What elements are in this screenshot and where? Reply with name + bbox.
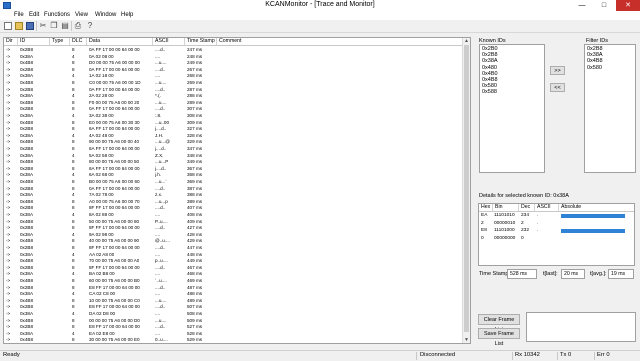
status-separator	[594, 352, 595, 360]
detail-ascii: .	[537, 220, 539, 226]
col-comment[interactable]: Comment	[217, 38, 465, 45]
open-icon[interactable]	[15, 22, 23, 30]
dlast-field: 20 ms	[561, 269, 585, 279]
col-data[interactable]: Data	[87, 38, 153, 45]
status-separator	[416, 352, 417, 360]
toolbar-separator	[36, 21, 37, 31]
row-data: 30 00 00 75 A6 00 00 E0	[89, 337, 140, 343]
details-table-header: Hex Bin Dec ASCII Absolute	[479, 204, 634, 212]
detail-bin: 00000000	[494, 235, 516, 241]
col-hex: Hex	[479, 204, 493, 211]
toolbar-separator	[71, 21, 72, 31]
col-timestamp[interactable]: Time Stamp	[185, 38, 217, 45]
status-ready: Ready	[3, 352, 20, 358]
help-icon[interactable]: ?	[86, 22, 94, 30]
clear-frame-list-button[interactable]: Clear Frame List	[478, 314, 520, 333]
absolute-value-bar	[561, 228, 625, 233]
detail-bin: 00000010	[494, 220, 516, 226]
toolbar: ✂ ❐ ▤ ⎙ ?	[0, 20, 640, 33]
dlast-label: t[last]:	[543, 271, 558, 277]
status-err: Err 0	[597, 352, 610, 358]
detail-hex: 2	[481, 220, 484, 226]
menu-functions[interactable]: Functions	[44, 12, 70, 18]
frame-list-panel	[526, 312, 636, 342]
known-ids-list[interactable]: 0x2B0 0x2B8 0x38A 0x480 0x4B0 0x4B8 0x580 0x588	[479, 44, 545, 173]
filter-id-item[interactable]: 0x580	[587, 65, 602, 72]
remove-filter-button[interactable]: <<	[550, 83, 565, 92]
menu-bar: File Edit Functions View Window Help	[0, 11, 640, 20]
trace-table-header: Dir ID Type DLC Data ASCII Time Stamp Co…	[4, 38, 470, 46]
detail-bin: 11101010	[494, 213, 515, 218]
trace-scrollbar[interactable]: ▲ ▼	[462, 38, 470, 343]
col-type[interactable]: Type	[50, 38, 70, 45]
detail-ascii: .	[537, 228, 539, 233]
print-icon[interactable]: ⎙	[74, 22, 82, 30]
copy-icon[interactable]: ❐	[50, 22, 58, 30]
col-ascii: ASCII	[535, 204, 559, 211]
row-timestamp: 529 ms	[187, 337, 203, 343]
row-dir: ->	[6, 337, 11, 343]
davg-label: t[avg.]:	[590, 271, 607, 277]
new-icon[interactable]	[4, 22, 12, 30]
col-ascii[interactable]: ASCII	[153, 38, 185, 45]
col-bin: Bin	[493, 204, 519, 211]
scroll-up-icon[interactable]: ▲	[463, 38, 470, 44]
detail-hex: 0	[481, 235, 484, 241]
details-row: 0 00000000 0	[479, 235, 634, 242]
table-row[interactable]: -> 0x4B8 8 30 00 00 75 A6 00 00 E0 0..u.... 5…	[4, 336, 464, 343]
davg-field: 19 ms	[608, 269, 634, 279]
status-tx: Tx 0	[560, 352, 572, 358]
status-rx: Rx 10342	[515, 352, 540, 358]
detail-hex: EA	[481, 213, 488, 218]
detail-bin: 11101000	[494, 228, 515, 233]
title-bar: KCANMonitor - [Trace and Monitor] — □ ✕	[0, 0, 640, 11]
cut-icon[interactable]: ✂	[39, 22, 47, 30]
close-button[interactable]: ✕	[616, 0, 640, 11]
menu-window[interactable]: Window	[95, 12, 116, 18]
col-dec: Dec	[519, 204, 535, 211]
detail-dec: 0	[521, 235, 524, 241]
row-ascii: 0..u....	[155, 337, 168, 343]
details-table[interactable]: Hex Bin Dec ASCII Absolute EA 11101010 234…	[478, 203, 635, 266]
row-id: 0x4B8	[20, 337, 34, 343]
details-label: Details for selected known ID: 0x38A	[479, 193, 569, 199]
status-separator	[557, 352, 558, 360]
status-separator	[512, 352, 513, 360]
save-frame-list-button[interactable]: Save Frame List	[478, 328, 520, 347]
timestamp-field: 528 ms	[507, 269, 537, 279]
col-dlc[interactable]: DLC	[70, 38, 87, 45]
details-row: 2 00000010 2.	[479, 220, 634, 227]
details-row: EA 11101010 234.	[479, 212, 634, 219]
paste-icon[interactable]: ▤	[61, 22, 69, 30]
detail-dec: 234	[521, 213, 530, 218]
scroll-down-icon[interactable]: ▼	[463, 337, 470, 343]
col-absolute: Absolute	[559, 204, 634, 211]
detail-dec: 2	[521, 220, 524, 226]
known-id-item[interactable]: 0x588	[482, 89, 497, 96]
details-row: E8 11101000 232.	[479, 227, 634, 234]
scroll-thumb[interactable]	[464, 45, 469, 332]
minimize-button[interactable]: —	[572, 0, 592, 11]
filter-ids-list[interactable]: 0x2B8 0x38A 0x4B8 0x580	[584, 44, 636, 173]
save-icon[interactable]	[26, 22, 34, 30]
detail-ascii: .	[537, 213, 539, 218]
status-connection: Disconnected	[420, 352, 456, 358]
col-dir[interactable]: Dir	[4, 38, 18, 45]
col-id[interactable]: ID	[18, 38, 50, 45]
menu-file[interactable]: File	[14, 12, 24, 18]
status-bar: Ready Disconnected Rx 10342 Tx 0 Err 0	[0, 350, 640, 361]
row-dlc: 8	[72, 337, 75, 343]
detail-hex: E8	[481, 228, 487, 233]
add-filter-button[interactable]: >>	[550, 66, 565, 75]
trace-table[interactable]: Dir ID Type DLC Data ASCII Time Stamp Co…	[3, 37, 471, 344]
window-title: KCANMonitor - [Trace and Monitor]	[265, 1, 375, 8]
menu-view[interactable]: View	[75, 12, 88, 18]
menu-help[interactable]: Help	[121, 12, 133, 18]
detail-dec: 232	[521, 228, 530, 233]
menu-edit[interactable]: Edit	[29, 12, 39, 18]
absolute-value-bar	[561, 213, 626, 218]
maximize-button[interactable]: □	[594, 0, 614, 11]
timestamp-label: Time Stamp:	[479, 271, 510, 277]
